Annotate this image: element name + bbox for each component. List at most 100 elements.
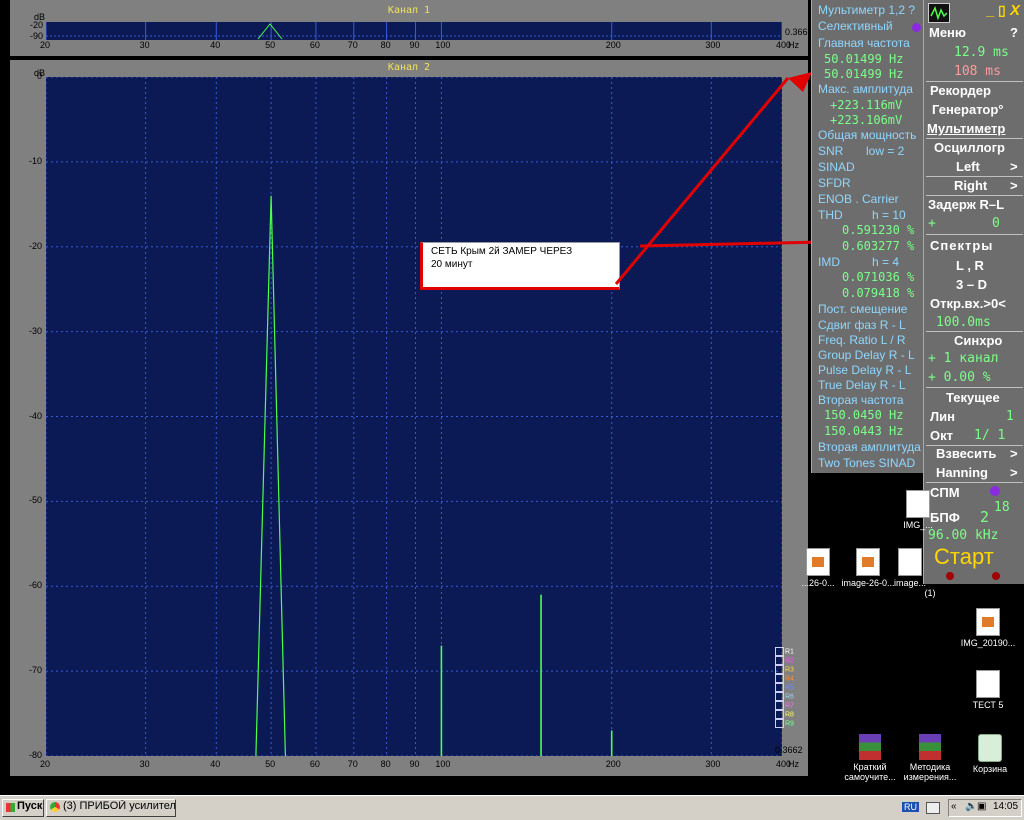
snr-label[interactable]: SNR — [818, 144, 843, 158]
desktop-icon-img[interactable]: IMG_... — [886, 490, 950, 530]
legend-checkbox-icon[interactable] — [775, 692, 784, 701]
start-button[interactable]: Старт — [934, 544, 994, 570]
legend-checkbox-icon[interactable] — [775, 647, 784, 656]
multimeter-button[interactable]: Мультиметр — [927, 121, 1005, 136]
network-icon[interactable]: ▣ — [977, 801, 986, 812]
main-freq-label[interactable]: Главная частота — [818, 36, 910, 50]
fft-value: 2 — [980, 508, 990, 526]
legend-checkbox-icon[interactable] — [775, 710, 784, 719]
left-arrow-icon[interactable]: > — [1010, 159, 1018, 174]
desktop-icon-img-2019[interactable]: IMG_20190... — [956, 608, 1020, 648]
x-tick-label: 90 — [409, 759, 420, 769]
generator-button[interactable]: Генератор° — [932, 102, 1003, 117]
selective-indicator-icon[interactable] — [912, 23, 921, 32]
legend-item-r3[interactable]: R3 — [775, 665, 801, 674]
volume-icon[interactable]: 🔈 — [965, 801, 977, 812]
psd-value: 18 — [994, 500, 1010, 515]
phase-shift-label[interactable]: Сдвиг фаз R - L — [818, 318, 906, 332]
channel2-scale: 0.3662 — [775, 745, 803, 755]
current-button[interactable]: Текущее — [946, 390, 1000, 405]
task-browser-button[interactable]: (3) ПРИБОЙ усилитель ... — [46, 799, 176, 817]
enob-label[interactable]: ENOB . Carrier — [818, 192, 899, 206]
channel1-window: Канал 1 dB -20 -90 0.3662 20 30 40 50 60 70 80… — [10, 0, 813, 56]
sinad-label[interactable]: SINAD — [818, 160, 855, 174]
freq-ratio-label[interactable]: Freq. Ratio L / R — [818, 333, 906, 347]
legend-checkbox-icon[interactable] — [775, 656, 784, 665]
x-tick-label: 70 — [347, 759, 358, 769]
channel1-svg — [46, 22, 782, 40]
oscillograph-button[interactable]: Осциллогр — [934, 140, 1005, 155]
minimize-button[interactable]: _ — [986, 2, 994, 19]
desktop-icon-test5[interactable]: ТЕСТ 5 — [956, 670, 1020, 710]
maximize-button[interactable]: ▯ — [998, 2, 1006, 19]
multimeter-panel: Мультиметр 1,2 ? Селективный Главная час… — [811, 0, 924, 473]
dc-offset-label[interactable]: Пост. смещение — [818, 302, 907, 316]
channel1-xunit: Hz — [788, 40, 799, 50]
legend-item-r2[interactable]: R2 — [775, 656, 801, 665]
legend-checkbox-icon[interactable] — [775, 719, 784, 728]
x-tick-label: 20 — [40, 759, 51, 769]
sfdr-label[interactable]: SFDR — [818, 176, 851, 190]
weigh-arrow-icon[interactable]: > — [1010, 446, 1018, 461]
hanning-button[interactable]: Hanning — [936, 465, 988, 480]
thd-label[interactable]: THD — [818, 208, 843, 222]
delay-label[interactable]: Задерж R–L — [928, 197, 1004, 212]
imd-1: 0.071036 % — [842, 270, 915, 284]
group-delay-label[interactable]: Group Delay R - L — [818, 348, 915, 362]
imd-label[interactable]: IMD — [818, 255, 840, 269]
legend-checkbox-icon[interactable] — [775, 674, 784, 683]
start-menu-button[interactable]: Пуск — [2, 799, 44, 817]
legend-item-r5[interactable]: R5 — [775, 683, 801, 692]
legend-item-r8[interactable]: R8 — [775, 710, 801, 719]
legend-item-r9[interactable]: R9 — [775, 719, 801, 728]
psd-indicator-icon[interactable] — [990, 486, 1000, 496]
left-channel-button[interactable]: Left — [956, 159, 980, 174]
lr-button[interactable]: L , R — [956, 258, 984, 273]
legend-checkbox-icon[interactable] — [775, 665, 784, 674]
max-amp-label[interactable]: Макс. амплитуда — [818, 82, 913, 96]
legend-item-r6[interactable]: R6 — [775, 692, 801, 701]
legend-item-r7[interactable]: R7 — [775, 701, 801, 710]
second-freq-label[interactable]: Вторая частота — [818, 393, 904, 407]
desktop-icon-rar-1[interactable]: Краткий самоучите... — [838, 734, 902, 782]
sync-button[interactable]: Синхро — [954, 333, 1002, 348]
desktop-icon-rar-2[interactable]: Методика измерения... — [898, 734, 962, 782]
desktop-icon-image-c[interactable]: image... — [890, 548, 930, 588]
true-delay-label[interactable]: True Delay R - L — [818, 378, 906, 392]
selective-label[interactable]: Селективный — [818, 19, 893, 33]
help-button[interactable]: ? — [1010, 25, 1018, 40]
hanning-arrow-icon[interactable]: > — [1010, 465, 1018, 480]
menu-button[interactable]: Меню — [929, 25, 966, 40]
multimeter-title[interactable]: Мультиметр 1,2 ? — [818, 3, 915, 17]
lin-button[interactable]: Лин — [930, 409, 955, 424]
channel1-title: Канал 1 — [387, 5, 431, 16]
input-open-button[interactable]: Откр.вх.>0< — [930, 296, 1006, 311]
thd-2: 0.603277 % — [842, 239, 915, 253]
recycle-bin-icon[interactable]: Корзина — [958, 734, 1022, 774]
recorder-button[interactable]: Рекордер — [930, 83, 991, 98]
legend-item-r1[interactable]: R1 — [775, 647, 801, 656]
language-indicator[interactable]: RU — [902, 802, 919, 812]
y-tick-label: 0 — [36, 71, 42, 81]
second-amp-label[interactable]: Вторая амплитуда — [818, 440, 921, 454]
legend-label: R3 — [785, 666, 794, 674]
two-tones-label[interactable]: Two Tones SINAD — [818, 456, 915, 470]
3d-button[interactable]: 3 – D — [956, 277, 987, 292]
pulse-delay-label[interactable]: Pulse Delay R - L — [818, 363, 911, 377]
total-power-label[interactable]: Общая мощность — [818, 128, 916, 142]
printer-icon[interactable] — [926, 802, 940, 814]
legend-checkbox-icon[interactable] — [775, 701, 784, 710]
legend-checkbox-icon[interactable] — [775, 683, 784, 692]
right-channel-button[interactable]: Right — [954, 178, 987, 193]
oct-button[interactable]: Окт — [930, 428, 953, 443]
spectra-button[interactable]: Спектры — [930, 238, 993, 253]
channel2-yticks: 0 -10 -20 -30 -40 -50 -60 -70 -80 — [10, 60, 46, 776]
right-arrow-icon[interactable]: > — [1010, 178, 1018, 193]
weigh-button[interactable]: Взвесить — [936, 446, 996, 461]
close-button[interactable]: X — [1010, 2, 1020, 19]
tray-arrow-icon[interactable]: « — [951, 801, 957, 812]
channel2-window: Канал 2 dB R1 R2 R3 R4 R5 R6 R7 R8 R9 0 -10 -20 -30… — [10, 60, 808, 776]
clock[interactable]: 14:05 — [993, 801, 1018, 812]
x-tick-label: 200 — [605, 40, 621, 50]
legend-item-r4[interactable]: R4 — [775, 674, 801, 683]
